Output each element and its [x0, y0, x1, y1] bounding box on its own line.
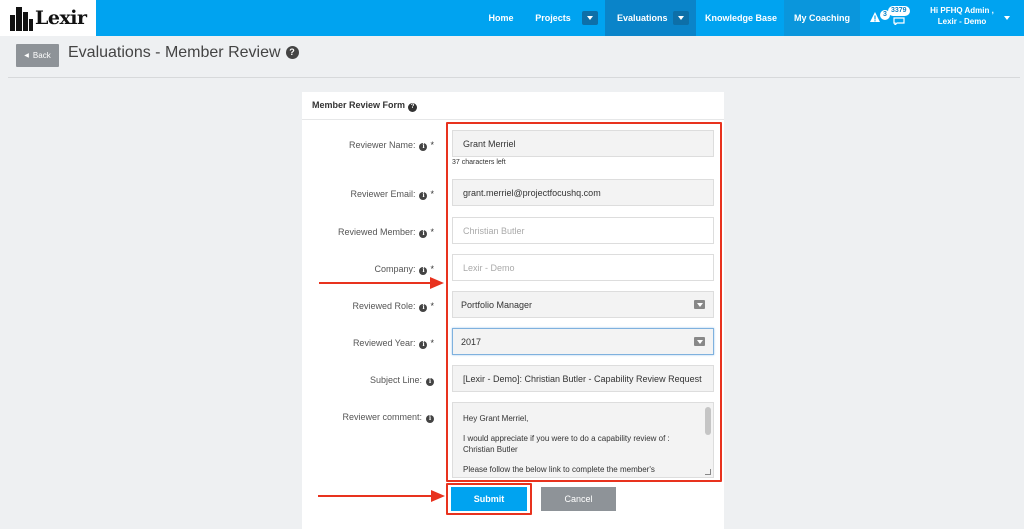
page-title-text: Evaluations - Member Review: [68, 44, 281, 61]
evaluations-dropdown-caret-icon[interactable]: [673, 11, 689, 25]
alerts-notification[interactable]: 3: [870, 6, 890, 24]
annotation-arrow-submit: [318, 495, 432, 497]
nav-projects-label: Projects: [535, 13, 571, 23]
reviewed-role-label: Reviewed Role: i *: [302, 301, 434, 312]
reviewer-name-label: Reviewer Name: i *: [302, 140, 434, 151]
message-bubble-icon: [893, 17, 905, 25]
reviewed-member-label: Reviewed Member: i *: [302, 227, 434, 238]
submit-highlight-box: [446, 483, 532, 515]
back-arrow-icon: ◀: [24, 53, 29, 59]
company-label: Company: i *: [302, 264, 434, 275]
warning-icon: [870, 12, 880, 22]
required-marker: *: [430, 140, 434, 150]
nav-home[interactable]: Home: [478, 0, 524, 36]
info-icon[interactable]: i: [419, 142, 428, 151]
info-icon[interactable]: i: [419, 303, 428, 312]
required-marker: *: [430, 338, 434, 348]
reviewed-role-label-text: Reviewed Role:: [352, 301, 416, 311]
reviewer-comment-label: Reviewer comment: i: [302, 412, 434, 423]
back-button[interactable]: ◀ Back: [16, 44, 59, 67]
nav-knowledge-base[interactable]: Knowledge Base: [700, 0, 782, 36]
info-icon[interactable]: i: [419, 191, 428, 200]
form-title-text: Member Review Form: [312, 100, 406, 110]
required-marker: *: [430, 301, 434, 311]
reviewed-year-label: Reviewed Year: i *: [302, 338, 434, 349]
form-title: Member Review Form?: [312, 100, 418, 112]
lexir-logo[interactable]: Lexir: [0, 0, 96, 36]
building-icon: [10, 5, 34, 31]
reviewed-year-label-text: Reviewed Year:: [352, 338, 416, 348]
info-icon[interactable]: i: [419, 340, 428, 349]
fields-highlight-box: [446, 122, 722, 482]
company-label-text: Company:: [374, 264, 416, 274]
info-icon[interactable]: i: [426, 414, 434, 423]
subject-line-label: Subject Line: i: [302, 375, 434, 386]
annotation-arrow-head-icon: [430, 277, 444, 289]
nav-my-coaching-label: My Coaching: [793, 13, 850, 23]
back-button-label: Back: [32, 51, 51, 60]
nav-home-label: Home: [488, 13, 514, 23]
reviewer-comment-label-text: Reviewer comment:: [342, 412, 422, 422]
projects-dropdown-caret-icon[interactable]: [582, 11, 598, 25]
annotation-arrow-fields: [319, 282, 431, 284]
nav-projects[interactable]: Projects: [530, 0, 576, 36]
reviewed-member-label-text: Reviewed Member:: [337, 227, 416, 237]
user-greeting: Hi PFHQ Admin ,: [930, 6, 994, 15]
required-marker: *: [430, 264, 434, 274]
cancel-button[interactable]: Cancel: [541, 487, 616, 511]
messages-count-badge: 3379: [888, 6, 910, 16]
messages-notification[interactable]: 3379: [888, 6, 910, 25]
top-navbar: Lexir Home Projects Evaluations Knowledg…: [0, 0, 1024, 36]
help-icon[interactable]: ?: [285, 45, 299, 59]
annotation-arrow-head-icon: [431, 490, 445, 502]
reviewer-email-label: Reviewer Email: i *: [302, 189, 434, 200]
header-divider: [8, 77, 1020, 78]
nav-evaluations-label: Evaluations: [617, 13, 668, 23]
reviewer-email-label-text: Reviewer Email:: [350, 189, 416, 199]
required-marker: *: [430, 189, 434, 199]
info-icon[interactable]: i: [419, 229, 428, 238]
page-title: Evaluations - Member Review?: [68, 44, 299, 62]
subject-line-label-text: Subject Line:: [369, 375, 422, 385]
user-menu[interactable]: Hi PFHQ Admin , Lexir - Demo: [916, 5, 1008, 27]
nav-my-coaching[interactable]: My Coaching: [784, 0, 860, 36]
info-icon[interactable]: i: [426, 377, 434, 386]
user-menu-caret-icon[interactable]: [1000, 11, 1014, 25]
user-company: Lexir - Demo: [937, 17, 987, 26]
reviewer-name-label-text: Reviewer Name:: [348, 140, 416, 150]
info-icon[interactable]: i: [419, 266, 428, 275]
nav-knowledge-base-label: Knowledge Base: [704, 13, 778, 23]
cancel-button-label: Cancel: [564, 494, 593, 504]
required-marker: *: [430, 227, 434, 237]
form-help-icon[interactable]: ?: [408, 102, 418, 112]
logo-text: Lexir: [35, 7, 87, 29]
